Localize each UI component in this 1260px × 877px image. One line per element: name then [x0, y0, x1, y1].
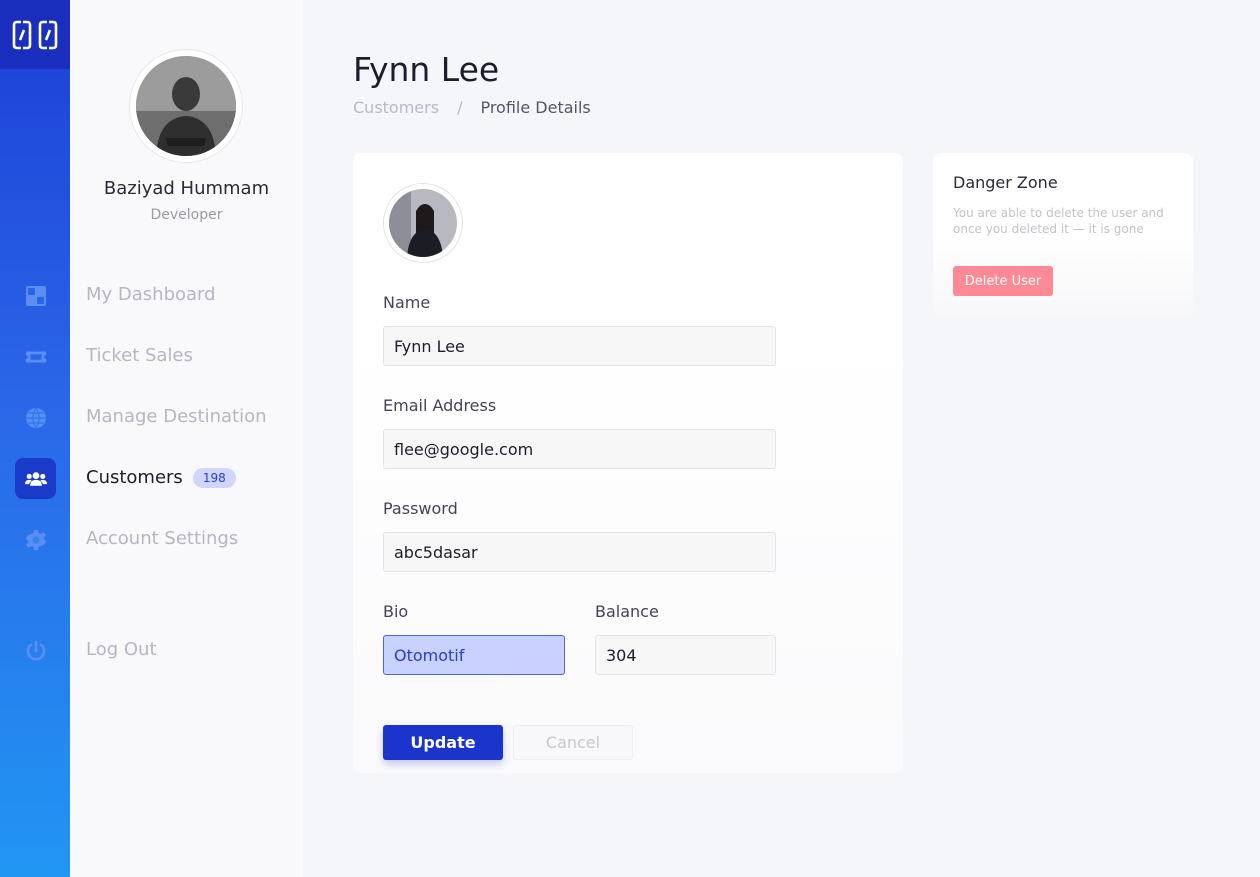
- user-role: Developer: [150, 207, 223, 223]
- breadcrumb-link-customers[interactable]: Customers: [353, 98, 439, 117]
- nav-item-logout[interactable]: Log Out: [86, 639, 157, 660]
- customer-avatar[interactable]: [383, 183, 463, 263]
- password-label: Password: [383, 499, 458, 518]
- nav-item-customers[interactable]: Customers 198: [86, 467, 236, 488]
- power-icon[interactable]: [15, 630, 56, 671]
- nav-item-label: Customers: [86, 467, 183, 488]
- icon-rail: [0, 0, 70, 877]
- logo-mark: [12, 20, 58, 49]
- nav-item-ticket-sales[interactable]: Ticket Sales: [86, 345, 193, 366]
- breadcrumb-current: Profile Details: [480, 98, 591, 117]
- customers-count-badge: 198: [192, 467, 236, 488]
- danger-zone-card: Danger Zone You are able to delete the u…: [933, 153, 1193, 317]
- dashboard-icon[interactable]: [15, 275, 56, 316]
- user-photo: [136, 56, 236, 156]
- delete-user-button[interactable]: Delete User: [953, 266, 1053, 296]
- email-label: Email Address: [383, 396, 497, 415]
- danger-zone-description: You are able to delete the user and once…: [953, 206, 1164, 236]
- breadcrumb: Customers / Profile Details: [353, 98, 591, 117]
- nav-item-label: Account Settings: [86, 528, 239, 549]
- email-input[interactable]: [383, 429, 776, 469]
- danger-zone-title: Danger Zone: [953, 173, 1058, 192]
- balance-label: Balance: [595, 602, 659, 621]
- nav-item-label: Log Out: [86, 639, 157, 660]
- nav-item-dashboard[interactable]: My Dashboard: [86, 284, 216, 305]
- update-button[interactable]: Update: [383, 725, 503, 760]
- balance-input[interactable]: [595, 635, 776, 675]
- name-label: Name: [383, 293, 431, 312]
- name-input[interactable]: [383, 326, 776, 366]
- avatar[interactable]: [129, 49, 243, 163]
- gear-icon[interactable]: [15, 519, 56, 560]
- bio-label: Bio: [383, 602, 409, 621]
- breadcrumb-separator: /: [457, 98, 463, 117]
- nav-item-label: Manage Destination: [86, 406, 267, 427]
- profile-form-card: Name Email Address Password Bio Balance …: [353, 153, 903, 773]
- nav-item-manage-destination[interactable]: Manage Destination: [86, 406, 267, 427]
- bio-input[interactable]: [383, 635, 565, 675]
- cancel-button[interactable]: Cancel: [513, 725, 633, 760]
- user-name: Baziyad Hummam: [103, 178, 270, 199]
- users-icon[interactable]: [15, 458, 56, 499]
- brand-logo-icon[interactable]: [0, 0, 70, 69]
- sidebar: Baziyad Hummam Developer My Dashboard Ti…: [70, 0, 303, 877]
- nav-item-account-settings[interactable]: Account Settings: [86, 528, 238, 549]
- nav-item-label: My Dashboard: [86, 284, 216, 305]
- ticket-icon[interactable]: [15, 336, 56, 377]
- page-title: Fynn Lee: [353, 50, 500, 89]
- nav-item-label: Ticket Sales: [86, 345, 193, 366]
- customer-photo: [389, 189, 457, 257]
- globe-icon[interactable]: [15, 397, 56, 438]
- password-input[interactable]: [383, 532, 776, 572]
